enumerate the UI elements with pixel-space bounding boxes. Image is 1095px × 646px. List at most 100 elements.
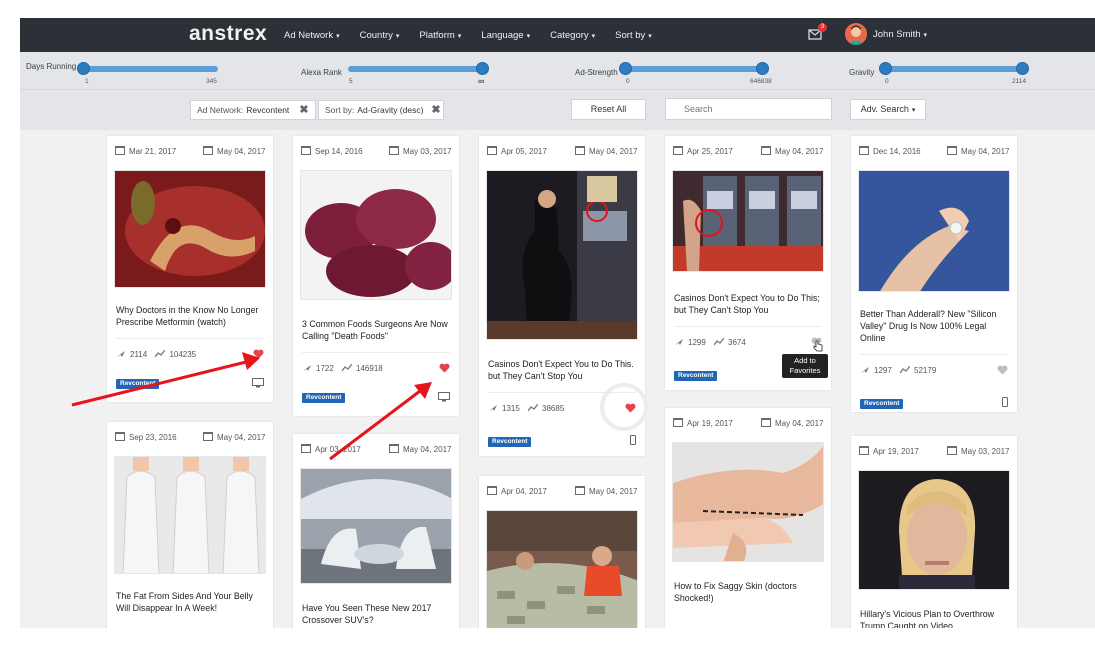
nav-sort-by[interactable]: Sort by ▾ [615,30,652,41]
ad-card[interactable]: Apr 04, 2017 May 04, 2017 [479,476,645,628]
ad-dates: Apr 03, 2017 May 04, 2017 [301,444,451,456]
rocket-icon [861,367,869,373]
ad-card[interactable]: Sep 14, 2016 May 03, 2017 3 Common Foods… [293,136,459,416]
ads-grid: Mar 21, 2017 May 04, 2017 Why Doctors in… [20,130,1095,628]
ad-title[interactable]: Casinos Don't Expect You to Do This. but… [488,358,636,382]
first-seen-text: Sep 14, 2016 [315,147,363,156]
trend-icon [155,350,166,358]
network-tag: Revcontent [674,371,718,381]
notifications-button[interactable]: 3 [808,23,827,41]
main-nav: Ad Network ▾ Country ▾ Platform ▾ Language ▾… [284,18,672,52]
ad-card[interactable]: Apr 19, 2017 May 04, 2017 How to Fix Sag… [665,408,831,628]
rocket-icon [117,351,125,357]
slider-handle-max[interactable] [476,62,489,75]
nav-platform[interactable]: Platform ▾ [419,30,461,41]
ad-thumbnail[interactable] [114,456,266,574]
ad-title[interactable]: Why Doctors in the Know No Longer Prescr… [116,304,264,328]
chevron-down-icon: ▾ [395,32,400,40]
add-to-favorites-tooltip: Add to Favorites [782,354,828,378]
nav-country[interactable]: Country ▾ [360,30,400,41]
last-seen-text: May 04, 2017 [589,487,638,496]
ad-thumbnail[interactable] [300,468,452,584]
calendar-icon [673,146,683,155]
first-seen-text: Dec 14, 2016 [873,147,921,156]
nav-ad-network[interactable]: Ad Network ▾ [284,30,340,41]
last-seen-text: May 04, 2017 [217,433,266,442]
reset-all-button[interactable]: Reset All [571,99,646,120]
remove-filter-sort-by-button[interactable]: ✖ [426,100,446,120]
nav-label: Country [359,29,393,41]
nav-category[interactable]: Category ▾ [550,30,595,41]
ad-title[interactable]: Casinos Don't Expect You to Do This; but… [674,292,822,316]
ad-title[interactable]: How to Fix Saggy Skin (doctors Shocked!) [674,580,822,604]
desktop-icon [252,378,264,388]
divider [674,326,822,327]
last-seen-date: May 04, 2017 [947,146,1009,156]
ad-card[interactable]: Apr 25, 2017 May 04, 2017 Casinos Don't … [665,136,831,390]
first-seen-text: Apr 04, 2017 [501,487,547,496]
avatar[interactable] [845,23,867,45]
first-seen-date: Apr 19, 2017 [859,446,919,456]
calendar-icon [203,432,213,441]
ad-title[interactable]: Hillary's Vicious Plan to Overthrow Trum… [860,608,1008,628]
ad-thumbnail[interactable] [672,170,824,272]
remove-filter-ad-network-button[interactable]: ✖ [294,100,314,120]
calendar-icon [947,146,957,155]
ad-card[interactable]: Mar 21, 2017 May 04, 2017 Why Doctors in… [107,136,273,402]
days-running-slider[interactable] [77,62,218,75]
slider-handle-max[interactable] [1016,62,1029,75]
chevron-down-icon: ▾ [526,32,531,40]
desktop-icon [438,392,450,402]
first-seen-date: Apr 19, 2017 [673,418,733,428]
app-window: anstrex Ad Network ▾ Country ▾ Platform ▾ L… [20,18,1095,628]
chevron-down-icon: ▾ [336,32,340,40]
ad-title[interactable]: Better Than Adderall? New "Silicon Valle… [860,308,1008,344]
ad-title[interactable]: 3 Common Foods Surgeons Are Now Calling … [302,318,450,342]
ad-title[interactable]: The Fat From Sides And Your Belly Will D… [116,590,264,614]
heart-icon[interactable] [439,363,450,373]
search-input[interactable] [665,98,832,120]
heart-icon[interactable] [253,349,264,359]
ad-card[interactable]: Sep 23, 2016 May 04, 2017 The Fat From S… [107,422,273,628]
ad-card[interactable]: Dec 14, 2016 May 04, 2017 Better Than Ad… [851,136,1017,412]
ad-thumbnail[interactable] [486,510,638,628]
ad-card[interactable]: Apr 03, 2017 May 04, 2017 Have You Seen … [293,434,459,628]
gravity-slider[interactable] [879,62,1029,75]
heart-icon[interactable] [625,403,636,413]
ad-card[interactable]: Apr 05, 2017 May 04, 2017 Casinos Don't … [479,136,648,456]
slider-handle-min[interactable] [879,62,892,75]
brand-logo[interactable]: anstrex [189,22,267,46]
ad-dates: Apr 19, 2017 May 04, 2017 [673,418,823,430]
ad-thumbnail[interactable] [486,170,638,340]
ad-card[interactable]: Apr 19, 2017 May 03, 2017 Hillary's Vici… [851,436,1017,628]
ad-thumbnail[interactable] [858,170,1010,292]
ad-thumbnail[interactable] [114,170,266,288]
slider-handle-min[interactable] [77,62,90,75]
range-filters: Days Running 1 345 Alexa Rank 5 ∞ Ad-Str… [20,52,1095,90]
chevron-down-icon: ▾ [923,32,928,39]
heart-icon[interactable] [997,365,1008,375]
slider-handle-max[interactable] [756,62,769,75]
slider-handle-min[interactable] [619,62,632,75]
user-menu[interactable]: John Smith ▾ [873,29,927,40]
calendar-icon [947,446,957,455]
ad-strength-slider[interactable] [619,62,769,75]
ad-title[interactable]: Have You Seen These New 2017 Crossover S… [302,602,450,626]
nav-language[interactable]: Language ▾ [481,30,530,41]
ad-thumbnail[interactable] [858,470,1010,590]
last-seen-text: May 04, 2017 [589,147,638,156]
last-seen-date: May 03, 2017 [389,146,451,156]
ad-thumbnail[interactable] [300,170,452,300]
strength-value: 52179 [914,366,937,375]
impressions-value: 2114 [130,350,148,359]
network-tag: Revcontent [860,399,904,409]
first-seen-text: Sep 23, 2016 [129,433,177,442]
ad-thumbnail[interactable] [672,442,824,562]
calendar-icon [859,446,869,455]
first-seen-date: Dec 14, 2016 [859,146,921,156]
calendar-icon [203,146,213,155]
last-seen-text: May 04, 2017 [403,445,452,454]
alexa-rank-slider[interactable] [348,62,489,75]
adv-search-button[interactable]: Adv. Search ▾ [850,99,926,120]
chip-key: Sort by: [325,105,355,115]
